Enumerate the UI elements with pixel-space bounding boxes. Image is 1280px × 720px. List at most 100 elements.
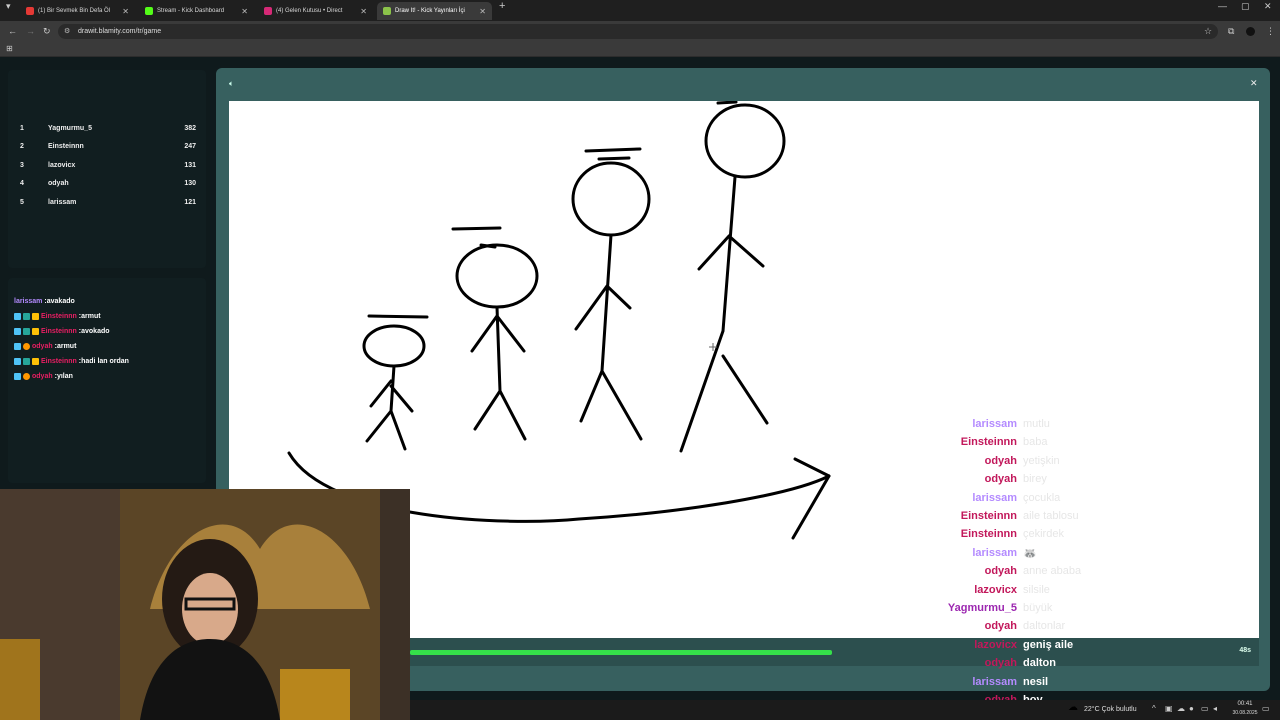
tray-chevron-icon[interactable]: ^ <box>1152 704 1156 713</box>
guess-word: büyük <box>1023 602 1053 614</box>
guess-row: Yagmurmu_5 büyük <box>887 602 1147 620</box>
crown-badge-icon <box>32 312 39 320</box>
chat-text: :avakado <box>44 297 75 305</box>
guess-row: Einsteinnn baba <box>887 436 1147 454</box>
tab-title: (4) Gelen Kutusu • Direct <box>276 8 343 14</box>
guess-row: Einsteinnn aile tablosu <box>887 510 1147 528</box>
browser-tab-1[interactable]: (1) Bir Sevmek Bin Defa Öl ✕ <box>20 2 135 20</box>
sub-badge-icon <box>23 312 30 320</box>
guess-row: lazovicx silsile <box>887 584 1147 602</box>
gift-badge-icon <box>23 342 30 350</box>
close-window-icon[interactable]: ✕ <box>1264 0 1272 17</box>
close-tab-icon[interactable]: ✕ <box>360 7 367 16</box>
sound-icon[interactable]: 🔈︎ <box>229 79 234 89</box>
guess-row: larissam 🦝 <box>887 547 1147 565</box>
maximize-icon[interactable]: ▢ <box>1241 0 1250 17</box>
guess-username: Einsteinnn <box>960 528 1017 541</box>
notification-icon[interactable]: ▭ <box>1262 704 1270 713</box>
guess-word: mutlu <box>1023 418 1050 430</box>
sword-badge-icon <box>14 357 21 365</box>
close-tab-icon[interactable]: ✕ <box>479 7 486 16</box>
guess-username: odyah <box>984 565 1017 578</box>
chat-text: :armut <box>54 342 77 350</box>
guess-word: çocukla <box>1023 491 1061 504</box>
leaderboard-score: 130 <box>184 180 196 187</box>
round-progress-fill <box>410 650 832 655</box>
guess-row: larissam mutlu <box>887 418 1147 436</box>
new-tab-icon[interactable]: + <box>499 0 505 17</box>
browser-tab-4-active[interactable]: Draw It! - Kick Yayınları İçi ✕ <box>377 2 492 20</box>
network-icon[interactable]: ▭ <box>1201 704 1209 713</box>
chat-message: Einsteinnn:armut <box>14 309 101 323</box>
tab-search-icon[interactable]: ▾ <box>6 0 11 17</box>
sword-badge-icon <box>14 372 21 380</box>
guess-username: Yagmurmu_5 <box>947 602 1017 614</box>
crown-badge-icon <box>32 357 39 365</box>
leaderboard-score: 131 <box>184 162 196 169</box>
leaderboard-rank: 2 <box>20 143 24 150</box>
guess-row: odyah yetişkin <box>887 455 1147 473</box>
close-tab-icon[interactable]: ✕ <box>241 7 248 16</box>
sword-badge-icon <box>14 312 21 320</box>
guess-word: 🦝 <box>1023 547 1037 560</box>
stick-figure-tallest <box>679 101 786 453</box>
guess-username: Einsteinnn <box>960 436 1017 449</box>
tray-app-icon[interactable]: ▣ <box>1165 704 1173 713</box>
guess-word: çekirdek <box>1023 528 1064 541</box>
guess-row: larissam çocukla <box>887 492 1147 510</box>
site-info-icon[interactable]: ⚙ <box>64 24 70 39</box>
clock-time[interactable]: 00:41 <box>1230 701 1260 707</box>
leaderboard-row: 5 larissam 121 <box>20 199 196 213</box>
close-game-icon[interactable]: ✕ <box>1250 78 1258 89</box>
clock-date[interactable]: 30.08.2025 <box>1230 710 1260 716</box>
url-input[interactable]: ⚙ drawit.blamity.com/tr/game <box>58 24 1218 39</box>
volume-icon[interactable]: ◂ <box>1213 704 1217 713</box>
extensions-icon[interactable]: ⧉ <box>1228 21 1234 42</box>
browser-tab-3[interactable]: (4) Gelen Kutusu • Direct ✕ <box>258 2 373 20</box>
guess-username: odyah <box>984 620 1017 633</box>
address-bar-row: ← → ↻ ⚙ drawit.blamity.com/tr/game ☆ ⧉ ⋮ <box>0 21 1280 42</box>
guess-username: larissam <box>972 491 1017 504</box>
minimize-icon[interactable]: — <box>1218 0 1227 17</box>
forward-icon[interactable]: → <box>26 21 35 42</box>
guess-row: larissam nesil <box>887 676 1147 694</box>
chat-username[interactable]: odyah <box>32 343 53 350</box>
weather-text[interactable]: 22°C Çok bulutlu <box>1084 706 1137 713</box>
gift-badge-icon <box>23 372 30 380</box>
sword-badge-icon <box>14 327 21 335</box>
weather-icon[interactable]: ☁ <box>1068 702 1078 713</box>
chat-message: Einsteinnn:hadi lan ordan <box>14 354 129 368</box>
chat-text: :armut <box>78 312 101 320</box>
webcam-image <box>0 489 410 720</box>
sub-badge-icon <box>23 327 30 335</box>
chat-username[interactable]: Einsteinnn <box>41 313 77 320</box>
apps-grid-icon[interactable]: ⊞ <box>6 38 13 59</box>
leaderboard-rank: 5 <box>20 199 24 206</box>
leaderboard-row: 1 Yagmurmu_5 382 <box>20 125 196 139</box>
chat-username[interactable]: Einsteinnn <box>41 358 77 365</box>
browser-tab-2[interactable]: Stream - Kick Dashboard ✕ <box>139 2 254 20</box>
chat-message: odyah:yılan <box>14 369 73 383</box>
guess-username: larissam <box>972 546 1017 559</box>
close-tab-icon[interactable]: ✕ <box>122 7 129 16</box>
chat-username[interactable]: Einsteinnn <box>41 328 77 335</box>
profile-avatar[interactable] <box>1246 27 1255 36</box>
bookmark-star-icon[interactable]: ☆ <box>1204 21 1212 42</box>
chat-username[interactable]: odyah <box>32 373 53 380</box>
guess-word: dalton <box>1023 657 1056 670</box>
menu-icon[interactable]: ⋮ <box>1266 21 1275 42</box>
chat-message: odyah:armut <box>14 339 76 353</box>
tab-title: Draw It! - Kick Yayınları İçi <box>395 8 465 14</box>
reload-icon[interactable]: ↻ <box>43 21 51 42</box>
microphone-icon[interactable]: ● <box>1189 704 1194 713</box>
tray-cloud-icon[interactable]: ☁ <box>1177 704 1185 713</box>
guess-word: silsile <box>1023 583 1050 596</box>
chat-message: Einsteinnn:avokado <box>14 324 110 338</box>
stick-figure-medium <box>451 226 539 441</box>
chat-text: :avokado <box>78 327 110 335</box>
guess-word: birey <box>1023 473 1047 486</box>
tab-title: Stream - Kick Dashboard <box>157 8 225 14</box>
chat-username[interactable]: larissam <box>14 298 42 305</box>
sub-badge-icon <box>23 357 30 365</box>
crown-badge-icon <box>32 327 39 335</box>
